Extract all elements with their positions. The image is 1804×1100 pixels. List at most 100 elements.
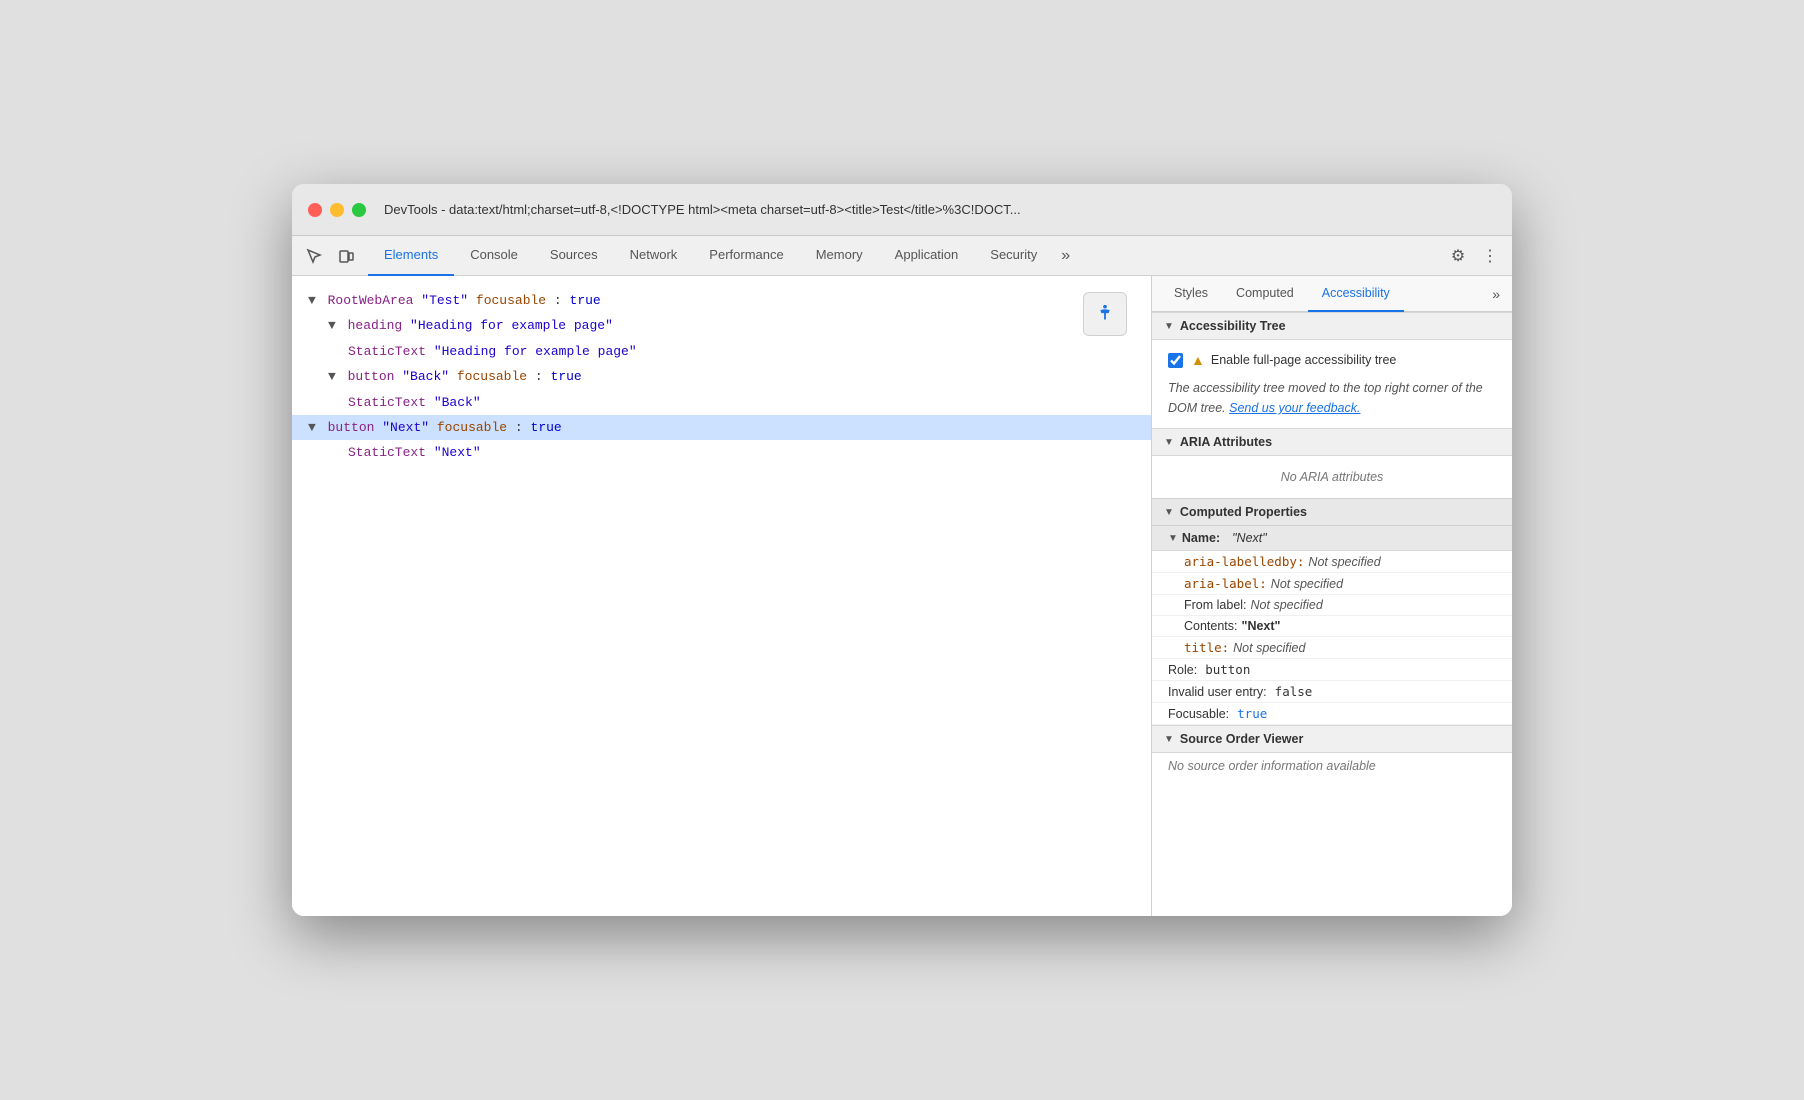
node-string: "Heading for example page" (410, 318, 613, 333)
minimize-button[interactable] (330, 203, 344, 217)
prop-invalid: Invalid user entry: false (1152, 681, 1512, 703)
source-order-header[interactable]: ▼ Source Order Viewer (1152, 725, 1512, 753)
main-content: ▼ RootWebArea "Test" focusable : true ▼ … (292, 276, 1512, 916)
prop-label: title: (1184, 640, 1229, 655)
prop-label: aria-labelledby: (1184, 554, 1304, 569)
node-attr: focusable (457, 369, 527, 384)
settings-button[interactable]: ⚙ (1444, 242, 1472, 270)
tree-node-statictext-next[interactable]: StaticText "Next" (348, 440, 1135, 465)
node-type: button (328, 420, 375, 435)
prop-value: Not specified (1308, 555, 1380, 569)
tab-console[interactable]: Console (454, 236, 534, 276)
warning-icon: ▲ (1191, 352, 1205, 368)
node-value: true (531, 420, 562, 435)
accessibility-tree-label: Accessibility Tree (1180, 319, 1286, 333)
prop-value: "Next" (1242, 619, 1281, 633)
prop-aria-label: aria-label: Not specified (1152, 573, 1512, 595)
right-panel: Styles Computed Accessibility » ▼ Access… (1152, 276, 1512, 916)
source-order-empty-text: No source order information available (1168, 759, 1376, 773)
node-type: button (348, 369, 395, 384)
tab-elements[interactable]: Elements (368, 236, 454, 276)
node-value: true (551, 369, 582, 384)
name-value: "Next" (1232, 531, 1267, 545)
tab-memory[interactable]: Memory (800, 236, 879, 276)
device-icon-button[interactable] (332, 242, 360, 270)
tab-network[interactable]: Network (614, 236, 694, 276)
maximize-button[interactable] (352, 203, 366, 217)
prop-focusable: Focusable: true (1152, 703, 1512, 725)
sub-tab-styles[interactable]: Styles (1160, 276, 1222, 312)
tree-node-statictext-heading[interactable]: StaticText "Heading for example page" (348, 339, 1135, 364)
accessibility-tree-body: ▲ Enable full-page accessibility tree Th… (1152, 340, 1512, 428)
node-type: StaticText (348, 395, 426, 410)
tree-arrow: ▼ (328, 369, 336, 384)
enable-full-page-checkbox[interactable] (1168, 353, 1183, 368)
more-options-button[interactable]: ⋮ (1476, 242, 1504, 270)
tab-performance[interactable]: Performance (693, 236, 799, 276)
sub-tab-accessibility[interactable]: Accessibility (1308, 276, 1404, 312)
computed-name-arrow: ▼ (1168, 533, 1178, 544)
feedback-link[interactable]: Send us your feedback. (1229, 401, 1360, 415)
node-type: RootWebArea (328, 293, 414, 308)
tab-security[interactable]: Security (974, 236, 1053, 276)
prop-label: Contents: (1184, 619, 1238, 633)
enable-checkbox-row: ▲ Enable full-page accessibility tree (1168, 348, 1496, 372)
tab-bar-actions: ⚙ ⋮ (1444, 242, 1504, 270)
node-attr: focusable (476, 293, 546, 308)
sub-tabs-more-button[interactable]: » (1488, 286, 1504, 302)
prop-title: title: Not specified (1152, 637, 1512, 659)
computed-properties-label: Computed Properties (1180, 505, 1307, 519)
node-value: true (570, 293, 601, 308)
tabs-more-button[interactable]: » (1053, 247, 1078, 265)
main-tab-bar: Elements Console Sources Network Perform… (292, 236, 1512, 276)
enable-checkbox-label: ▲ Enable full-page accessibility tree (1191, 352, 1396, 368)
computed-name-row[interactable]: ▼ Name: "Next" (1152, 526, 1512, 551)
sub-tab-computed[interactable]: Computed (1222, 276, 1308, 312)
role-value: button (1205, 662, 1250, 677)
sub-tab-bar: Styles Computed Accessibility » (1152, 276, 1512, 312)
right-panel-content: ▼ Accessibility Tree ▲ Enable full-page … (1152, 312, 1512, 916)
aria-attributes-header[interactable]: ▼ ARIA Attributes (1152, 428, 1512, 456)
accessibility-icon-button[interactable] (1083, 292, 1127, 336)
dom-panel: ▼ RootWebArea "Test" focusable : true ▼ … (292, 276, 1152, 916)
tree-arrow: ▼ (328, 318, 336, 333)
node-string: "Test" (421, 293, 468, 308)
tree-node-rootwebarea[interactable]: ▼ RootWebArea "Test" focusable : true (308, 288, 1135, 313)
inspect-icon-button[interactable] (300, 242, 328, 270)
prop-label: From label: (1184, 598, 1247, 612)
name-label: Name: (1182, 531, 1220, 545)
main-tabs: Elements Console Sources Network Perform… (368, 236, 1444, 276)
node-type: heading (348, 318, 403, 333)
tree-node-statictext-back[interactable]: StaticText "Back" (348, 390, 1135, 415)
source-order-label: Source Order Viewer (1180, 732, 1303, 746)
tab-icons (300, 242, 360, 270)
prop-label: Focusable: (1168, 707, 1229, 721)
focusable-value: true (1237, 706, 1267, 721)
prop-value: Not specified (1233, 641, 1305, 655)
aria-attributes-body: No ARIA attributes (1152, 456, 1512, 498)
tree-node-button-next[interactable]: ▼ button "Next" focusable : true (292, 415, 1151, 440)
window-title: DevTools - data:text/html;charset=utf-8,… (384, 202, 1496, 217)
traffic-lights (308, 203, 366, 217)
section-arrow: ▼ (1164, 734, 1174, 745)
accessibility-tree-info: The accessibility tree moved to the top … (1168, 372, 1496, 420)
node-string: "Back" (434, 395, 481, 410)
tree-arrow: ▼ (308, 293, 316, 308)
prop-label: Role: (1168, 663, 1197, 677)
title-bar: DevTools - data:text/html;charset=utf-8,… (292, 184, 1512, 236)
tab-sources[interactable]: Sources (534, 236, 614, 276)
accessibility-tree-header[interactable]: ▼ Accessibility Tree (1152, 312, 1512, 340)
prop-label: Invalid user entry: (1168, 685, 1267, 699)
node-string: "Next" (434, 445, 481, 460)
node-string: "Heading for example page" (434, 344, 637, 359)
tree-node-button-back[interactable]: ▼ button "Back" focusable : true (328, 364, 1135, 389)
dom-tree: ▼ RootWebArea "Test" focusable : true ▼ … (292, 276, 1151, 916)
computed-properties-header[interactable]: ▼ Computed Properties (1152, 498, 1512, 526)
tree-node-heading[interactable]: ▼ heading "Heading for example page" (328, 313, 1135, 338)
close-button[interactable] (308, 203, 322, 217)
prop-aria-labelledby: aria-labelledby: Not specified (1152, 551, 1512, 573)
node-attr: focusable (437, 420, 507, 435)
devtools-window: DevTools - data:text/html;charset=utf-8,… (292, 184, 1512, 916)
tab-application[interactable]: Application (879, 236, 975, 276)
node-type: StaticText (348, 445, 426, 460)
